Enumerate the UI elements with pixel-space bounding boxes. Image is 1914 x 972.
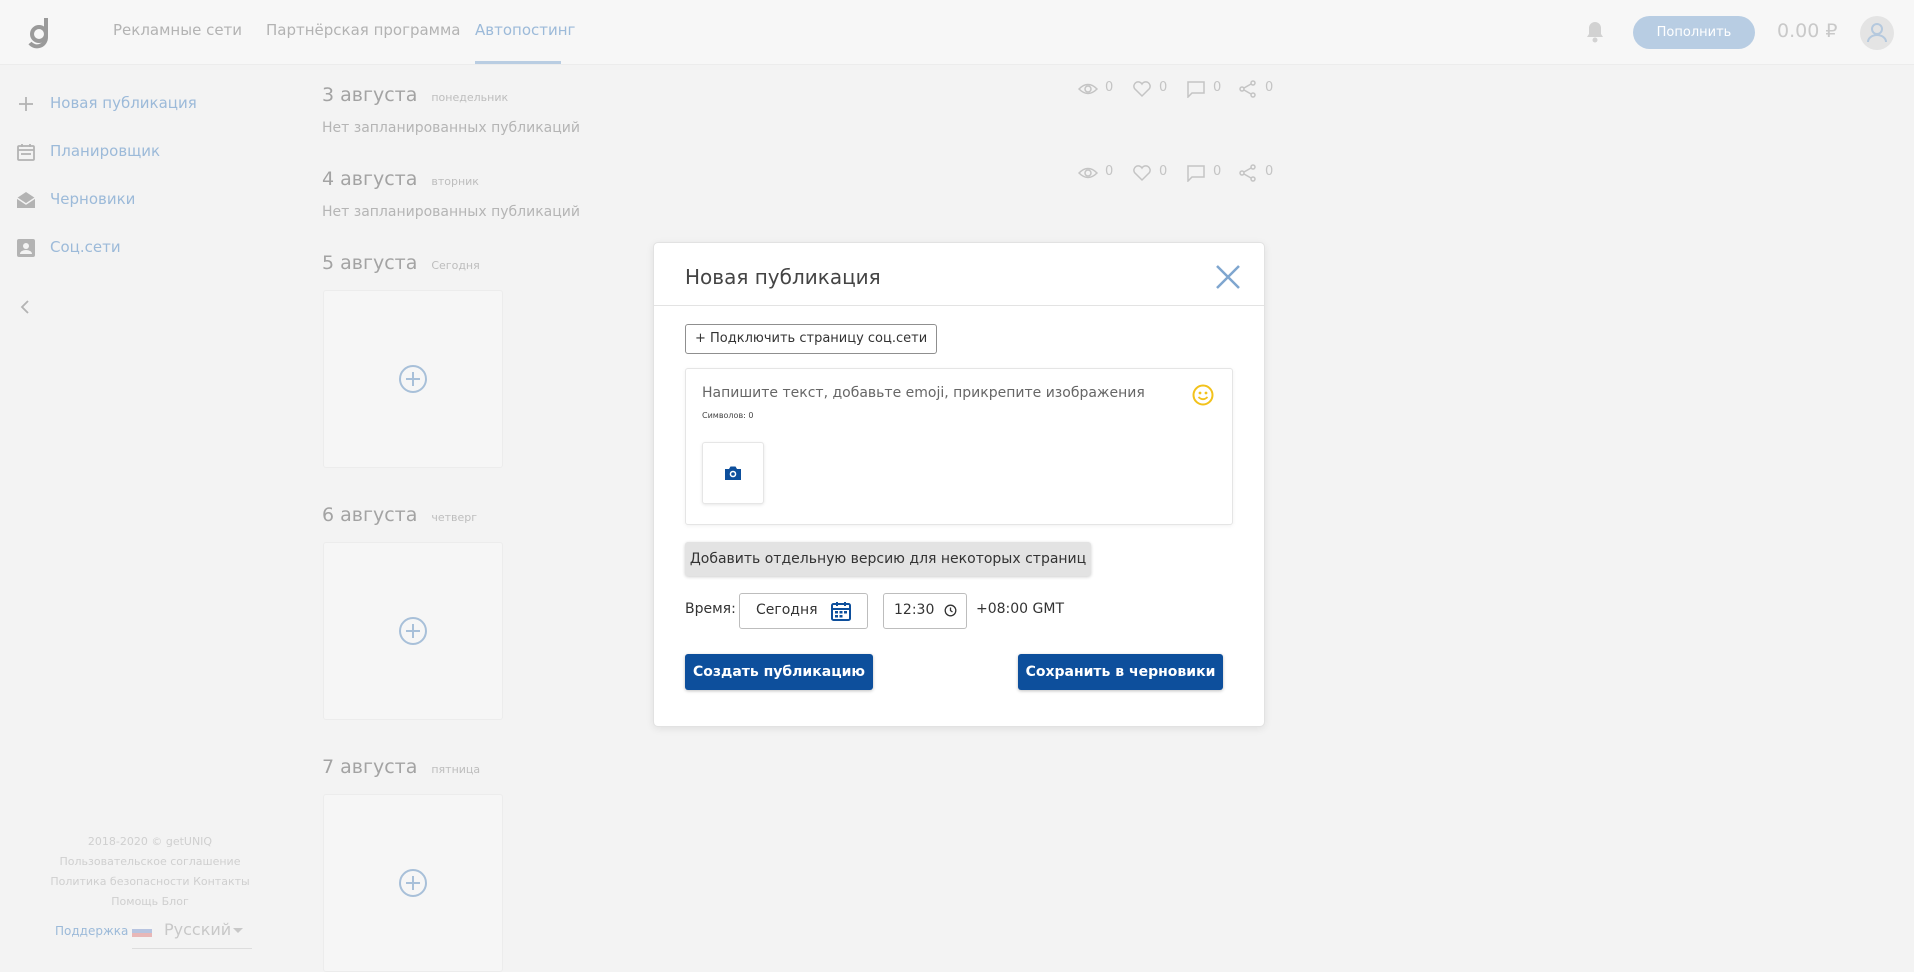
post-editor[interactable]: Напишите текст, добавьте emoji, прикрепи…	[685, 368, 1233, 525]
share-icon	[1239, 164, 1256, 182]
shares-count: 0	[1265, 164, 1274, 179]
modal-title: Новая публикация	[685, 265, 881, 289]
share-icon	[1239, 80, 1256, 98]
add-photo-button[interactable]	[702, 442, 764, 504]
day-title: 4 августа вторник	[322, 168, 479, 190]
calendar-icon[interactable]	[830, 600, 852, 622]
top-bar: Рекламные сети Партнёрская программа Авт…	[0, 0, 1914, 65]
calendar-icon	[17, 144, 35, 161]
likes-count: 0	[1159, 164, 1168, 179]
chevron-left-icon[interactable]	[18, 298, 32, 316]
comment-icon	[1187, 165, 1205, 182]
topup-button[interactable]: Пополнить	[1633, 16, 1755, 49]
day-stats: 0 0 0 0	[1078, 164, 1278, 182]
day-empty-text: Нет запланированных публикаций	[322, 204, 580, 220]
char-counter: Символов: 0	[702, 411, 754, 420]
bell-icon[interactable]	[1585, 20, 1605, 44]
drafts-icon	[16, 192, 36, 208]
chevron-down-icon[interactable]	[233, 928, 243, 933]
create-post-button[interactable]: Создать публикацию	[685, 654, 873, 690]
likes-count: 0	[1159, 80, 1168, 95]
clock-icon[interactable]	[944, 604, 957, 617]
active-tab-indicator	[475, 61, 561, 64]
day-stats: 0 0 0 0	[1078, 80, 1278, 98]
date-input[interactable]: Сегодня	[739, 593, 868, 629]
sidebar-item-drafts[interactable]: Черновики	[16, 188, 216, 212]
connect-page-button[interactable]: + Подключить страницу соц.сети	[685, 324, 938, 354]
comments-count: 0	[1213, 80, 1222, 95]
views-count: 0	[1105, 164, 1114, 179]
heart-icon	[1133, 81, 1151, 98]
language-select[interactable]: Русский	[164, 920, 231, 939]
day-title: 7 августа пятница	[322, 756, 481, 778]
eye-icon	[1078, 167, 1098, 179]
sidebar-item-label: Планировщик	[50, 142, 161, 160]
copyright: 2018-2020 © getUNIQ	[87, 835, 213, 848]
balance: 0.00 ₽	[1777, 20, 1838, 42]
add-post-card[interactable]	[323, 290, 503, 468]
comment-icon	[1187, 81, 1205, 98]
account-box-icon	[17, 239, 35, 257]
new-post-modal: Новая публикация + Подключить страницу с…	[653, 242, 1265, 727]
sidebar-item-new-post[interactable]: Новая публикация	[16, 92, 216, 116]
add-post-card[interactable]	[323, 794, 503, 972]
comments-count: 0	[1213, 164, 1222, 179]
day-title: 5 августа Сегодня	[322, 252, 480, 274]
footer-links-help[interactable]: Помощь Блог	[0, 895, 300, 908]
modal-divider	[654, 305, 1264, 306]
post-text-input[interactable]: Напишите текст, добавьте emoji, прикрепи…	[702, 385, 1145, 401]
add-circle-icon	[399, 365, 427, 393]
day-title: 3 августа понедельник	[322, 84, 509, 106]
save-draft-button[interactable]: Сохранить в черновики	[1018, 654, 1223, 690]
add-circle-icon	[399, 617, 427, 645]
sidebar-item-label: Новая публикация	[50, 94, 197, 112]
logo-icon[interactable]	[26, 14, 52, 50]
sidebar-item-label: Соц.сети	[50, 238, 121, 256]
date-value: Сегодня	[756, 602, 818, 618]
time-input[interactable]: 12:30	[883, 593, 967, 629]
user-icon	[1867, 23, 1887, 43]
footer-links-terms[interactable]: Пользовательское соглашение	[0, 855, 300, 868]
plus-icon	[19, 97, 33, 111]
add-post-card[interactable]	[323, 542, 503, 720]
camera-icon	[725, 466, 741, 480]
sidebar-item-label: Черновики	[50, 190, 136, 208]
heart-icon	[1133, 165, 1151, 182]
nav-ad-networks[interactable]: Рекламные сети	[113, 21, 242, 39]
avatar[interactable]	[1860, 16, 1894, 50]
eye-icon	[1078, 83, 1098, 95]
language-underline	[132, 948, 252, 949]
close-icon[interactable]	[1214, 263, 1242, 291]
day-title: 6 августа четверг	[322, 504, 478, 526]
nav-partner-program[interactable]: Партнёрская программа	[266, 21, 461, 39]
day-empty-text: Нет запланированных публикаций	[322, 120, 580, 136]
emoji-icon[interactable]	[1192, 384, 1214, 406]
timezone-label: +08:00 GMT	[976, 601, 1065, 617]
nav-autoposting[interactable]: Автопостинг	[475, 21, 575, 39]
add-circle-icon	[399, 869, 427, 897]
flag-icon	[132, 925, 152, 937]
add-version-button[interactable]: Добавить отдельную версию для некоторых …	[685, 542, 1091, 576]
support-link[interactable]: Поддержка	[55, 924, 128, 938]
sidebar-item-scheduler[interactable]: Планировщик	[16, 140, 216, 164]
time-value: 12:30	[894, 602, 935, 618]
sidebar-item-social[interactable]: Соц.сети	[16, 236, 216, 260]
shares-count: 0	[1265, 80, 1274, 95]
time-label: Время:	[685, 601, 736, 617]
views-count: 0	[1105, 80, 1114, 95]
footer-links-policy[interactable]: Политика безопасности Контакты	[0, 875, 300, 888]
